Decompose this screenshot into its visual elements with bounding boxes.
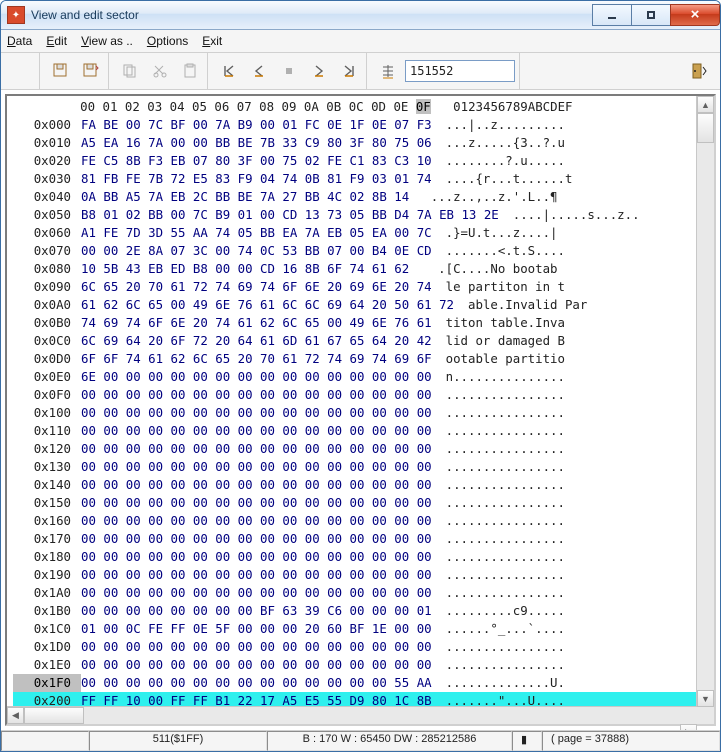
stop-button[interactable] (276, 58, 302, 84)
menu-options[interactable]: Options (147, 34, 188, 48)
statusbar: 511($1FF) B : 170 W : 65450 DW : 2852125… (1, 730, 720, 751)
status-empty1 (1, 731, 89, 751)
menubar: Data Edit View as .. Options Exit (1, 30, 720, 53)
prev-button[interactable] (246, 58, 272, 84)
maximize-button[interactable] (631, 4, 671, 26)
status-position: 511($1FF) (89, 731, 267, 751)
vertical-scrollbar[interactable]: ▲ ▼ (696, 96, 714, 724)
scroll-left-button[interactable]: ◀ (7, 707, 24, 724)
scroll-up-button[interactable]: ▲ (697, 96, 714, 113)
last-button[interactable] (336, 58, 362, 84)
menu-edit[interactable]: Edit (46, 34, 67, 48)
save-button[interactable] (48, 58, 74, 84)
address-input[interactable] (405, 60, 515, 82)
horizontal-scrollbar[interactable]: ◀ ▶ (7, 706, 697, 724)
paste-button[interactable] (177, 58, 203, 84)
menu-viewas[interactable]: View as .. (81, 34, 133, 48)
titlebar: ✦ View and edit sector (1, 1, 720, 30)
first-button[interactable] (216, 58, 242, 84)
app-icon: ✦ (7, 6, 25, 24)
goto-button[interactable] (375, 58, 401, 84)
status-page: ( page = 37888) (542, 731, 720, 751)
window-title: View and edit sector (31, 8, 139, 22)
close-button[interactable] (670, 4, 720, 26)
scroll-thumb[interactable] (697, 113, 714, 143)
exit-door-button[interactable] (686, 58, 712, 84)
hex-editor-panel: 00 01 02 03 04 05 06 07 08 09 0A 0B 0C 0… (5, 94, 716, 726)
status-marker: ▮ (512, 731, 542, 751)
hex-view[interactable]: 00 01 02 03 04 05 06 07 08 09 0A 0B 0C 0… (7, 96, 714, 724)
menu-data[interactable]: Data (7, 34, 32, 48)
copy-button[interactable] (117, 58, 143, 84)
scroll-down-button[interactable]: ▼ (697, 690, 714, 707)
cut-button[interactable] (147, 58, 173, 84)
menu-exit[interactable]: Exit (202, 34, 222, 48)
open-button[interactable] (9, 58, 35, 84)
toolbar (1, 53, 720, 90)
status-values: B : 170 W : 65450 DW : 285212586 (267, 731, 512, 751)
saveas-button[interactable] (78, 58, 104, 84)
next-button[interactable] (306, 58, 332, 84)
scroll-thumb-h[interactable] (24, 707, 84, 724)
minimize-button[interactable] (592, 4, 632, 26)
